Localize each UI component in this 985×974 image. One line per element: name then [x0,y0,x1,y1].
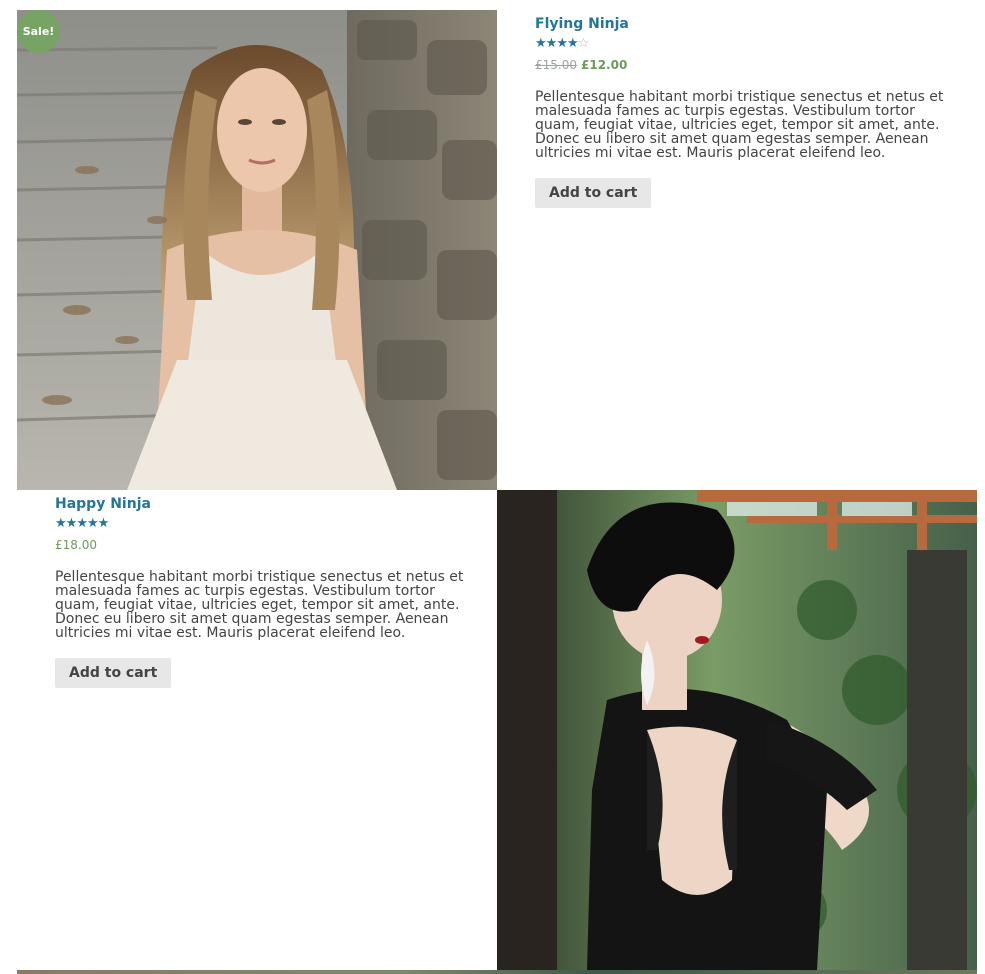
price-regular: £18.00 [55,538,97,552]
product-row-flying-ninja: Sale! Flying Ninja ★ ★ ★ ★ ☆ £15.00 £12.00 Pe… [17,10,977,490]
product-row-next [17,970,977,974]
product-info-happy-ninja: Happy Ninja ★ ★ ★ ★ ★ £18.00 Pellentesque ha… [55,490,485,688]
product-price: £18.00 [55,538,485,552]
add-to-cart-button[interactable]: Add to cart [55,658,172,688]
product-title-link[interactable]: Happy Ninja [55,496,485,512]
product-description: Pellentesque habitant morbi tristique se… [55,569,464,641]
woman-black-dress-photo [497,490,977,970]
star-icon: ★ [86,516,99,531]
rating-stars: ★ ★ ★ ★ ☆ [535,37,965,51]
price-sale: £12.00 [581,58,628,72]
star-icon: ★ [556,36,568,51]
product-image-happy-ninja[interactable] [497,490,977,970]
product-image-flying-ninja[interactable]: Sale! [17,10,497,490]
star-icon: ★ [566,36,579,51]
product-description: Pellentesque habitant morbi tristique se… [535,89,944,161]
star-icon: ★ [535,36,547,51]
product-info-flying-ninja: Flying Ninja ★ ★ ★ ★ ☆ £15.00 £12.00 Pellente… [535,10,965,208]
sale-badge: Sale! [17,10,60,53]
star-icon: ★ [545,36,558,51]
star-icon: ★ [97,516,110,531]
star-icon: ★ [55,516,67,531]
star-icon: ★ [65,516,78,531]
product-title-link[interactable]: Flying Ninja [535,16,965,32]
next-product-image-edge [17,970,977,974]
price-old: £15.00 [535,58,577,72]
star-outline-icon: ☆ [577,36,590,51]
star-icon: ★ [76,516,88,531]
product-row-happy-ninja: Happy Ninja ★ ★ ★ ★ ★ £18.00 Pellentesque ha… [17,490,977,970]
add-to-cart-button[interactable]: Add to cart [535,178,652,208]
rating-stars: ★ ★ ★ ★ ★ [55,517,485,531]
woman-white-dress-photo [17,10,497,490]
product-price: £15.00 £12.00 [535,58,965,72]
